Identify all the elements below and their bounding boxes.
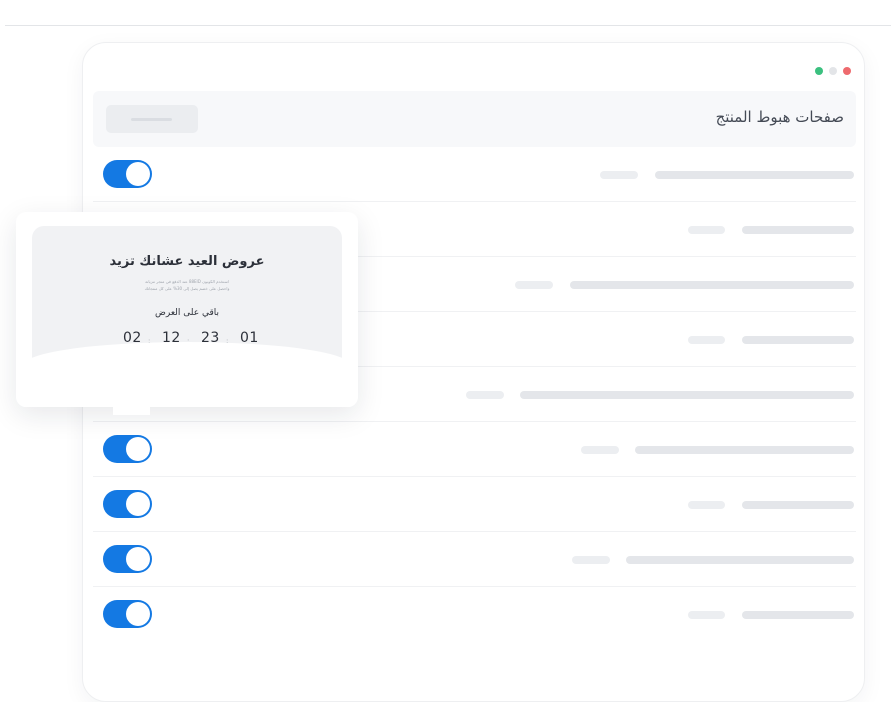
row-title-placeholder [520,391,854,399]
row-title-placeholder [742,226,854,234]
window-dot-icon [815,67,823,75]
row-meta-placeholder [688,336,725,344]
row-meta-placeholder [515,281,553,289]
row-title-placeholder [655,171,854,179]
row-toggle[interactable] [103,600,152,628]
row-meta-placeholder [600,171,638,179]
row-meta-placeholder [581,446,619,454]
row-meta-placeholder [688,226,725,234]
page-title: صفحات هبوط المنتج [715,108,844,126]
toggle-knob [126,492,150,516]
toggle-knob [126,547,150,571]
toggle-knob [126,602,150,626]
offer-description-line: استخدم الكوبون 88EID عند الدفع في متجر م… [145,279,229,284]
row-title-placeholder [742,336,854,344]
row-meta-placeholder [688,501,725,509]
header-action-button[interactable] [106,105,198,133]
offer-description-line: واحصل على خصم يصل إلى 30% على كل منتجاتك [144,286,230,291]
window-controls [815,67,851,75]
row-title-placeholder [742,501,854,509]
row-meta-placeholder [688,611,725,619]
row-title-placeholder [570,281,854,289]
banner-curve [22,342,352,407]
row-toggle[interactable] [103,490,152,518]
toggle-knob [126,437,150,461]
window-dot-icon [843,67,851,75]
table-row [93,422,856,477]
offer-banner: عروض العيد عشانك تزيد استخدم الكوبون 88E… [22,226,352,407]
toggle-knob [126,162,150,186]
table-header: صفحات هبوط المنتج [93,91,856,147]
table-row [93,587,856,642]
popup-connector [113,407,150,415]
offer-title: عروض العيد عشانك تزيد [109,254,265,269]
top-divider [5,25,891,26]
row-toggle[interactable] [103,545,152,573]
table-row [93,477,856,532]
offer-popup-preview: عروض العيد عشانك تزيد استخدم الكوبون 88E… [16,212,358,407]
row-meta-placeholder [466,391,504,399]
row-meta-placeholder [572,556,610,564]
window-dot-icon [829,67,837,75]
row-title-placeholder [635,446,854,454]
row-toggle[interactable] [103,435,152,463]
row-toggle[interactable] [103,160,152,188]
table-row [93,532,856,587]
table-row [93,147,856,202]
row-title-placeholder [626,556,854,564]
row-title-placeholder [742,611,854,619]
button-placeholder-bar [131,118,172,121]
countdown-heading: باقي على العرض [154,308,220,318]
